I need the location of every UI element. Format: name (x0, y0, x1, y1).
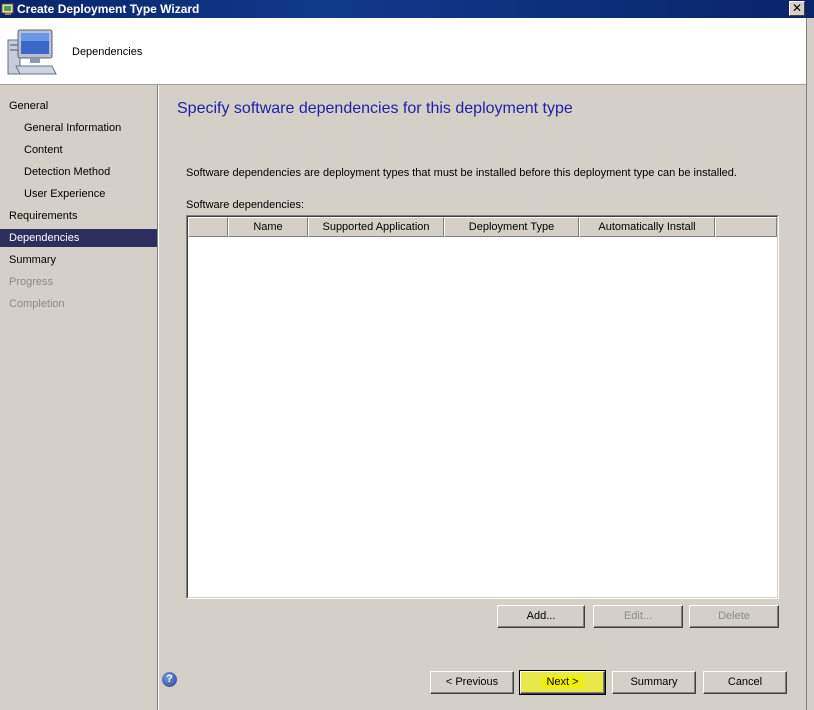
close-button[interactable]: ✕ (789, 1, 805, 16)
nav-item-summary[interactable]: Summary (0, 251, 157, 269)
column-header-blank[interactable] (188, 217, 228, 237)
nav-item-general[interactable]: General (0, 97, 157, 115)
nav-item-general-information[interactable]: General Information (0, 119, 157, 137)
window-right-border (806, 18, 814, 710)
nav-item-user-experience[interactable]: User Experience (0, 185, 157, 203)
column-header-supported-application[interactable]: Supported Application (308, 217, 444, 237)
summary-button[interactable]: Summary (612, 671, 696, 694)
wizard-header: Dependencies (0, 18, 806, 85)
nav-item-progress: Progress (9, 276, 54, 288)
column-header-automatically-install[interactable]: Automatically Install (579, 217, 715, 237)
page-title: Specify software dependencies for this d… (177, 100, 573, 117)
window-title: Create Deployment Type Wizard (17, 2, 200, 16)
nav-item-detection-method[interactable]: Detection Method (0, 163, 157, 181)
dependencies-list[interactable]: Name Supported Application Deployment Ty… (186, 215, 779, 599)
header-title: Dependencies (72, 46, 143, 58)
column-header-name[interactable]: Name (228, 217, 308, 237)
column-header-filler (715, 217, 777, 237)
window-title-bar[interactable]: Create Deployment Type Wizard ✕ (0, 0, 814, 18)
computer-icon (7, 29, 57, 75)
add-button[interactable]: Add... (497, 605, 585, 628)
next-button[interactable]: Next > (519, 670, 606, 695)
wizard-app-icon (1, 3, 14, 15)
help-icon[interactable]: ? (162, 672, 177, 687)
nav-item-content[interactable]: Content (0, 141, 157, 159)
dependencies-list-label: Software dependencies: (186, 199, 305, 211)
cancel-button[interactable]: Cancel (703, 671, 787, 694)
close-icon: ✕ (791, 1, 803, 15)
delete-button: Delete (689, 605, 779, 628)
previous-button[interactable]: < Previous (430, 671, 514, 694)
dependencies-list-body[interactable]: Name Supported Application Deployment Ty… (187, 216, 778, 598)
nav-item-completion: Completion (9, 298, 65, 310)
next-button-label: Next > (542, 676, 583, 688)
edit-button: Edit... (593, 605, 683, 628)
wizard-nav: General General Information Content Dete… (0, 85, 157, 710)
page-description: Software dependencies are deployment typ… (186, 167, 737, 179)
nav-item-dependencies[interactable]: Dependencies (0, 229, 157, 247)
nav-divider (157, 85, 159, 710)
nav-item-requirements[interactable]: Requirements (0, 207, 157, 225)
column-header-deployment-type[interactable]: Deployment Type (444, 217, 579, 237)
